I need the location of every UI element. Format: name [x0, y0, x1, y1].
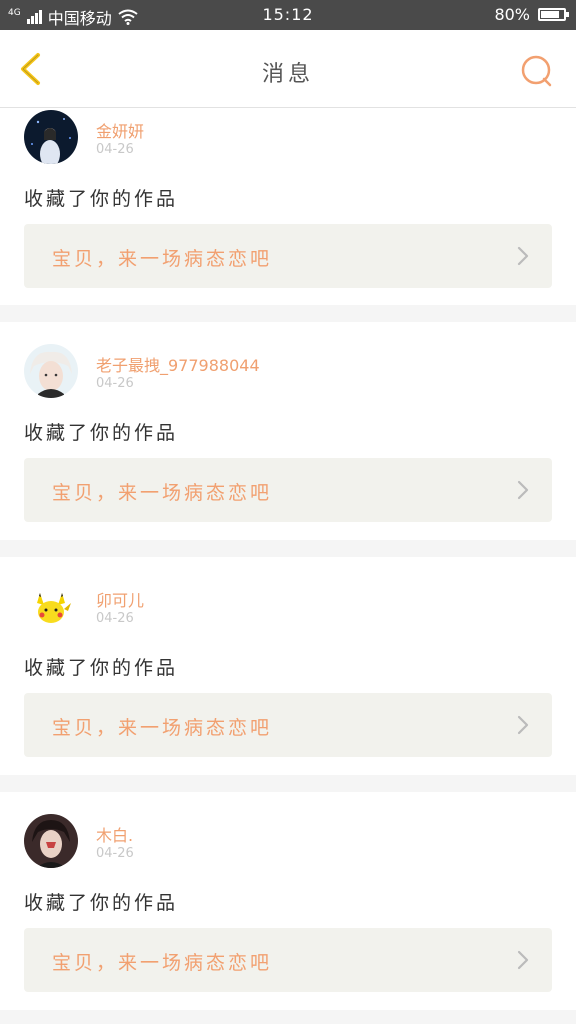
action-text: 收藏了你的作品: [24, 892, 179, 914]
action-text: 收藏了你的作品: [24, 422, 179, 444]
message-card[interactable]: 老子最拽_977988044 04-26 收藏了你的作品 宝贝，来一场病态恋吧: [0, 322, 576, 540]
username[interactable]: 老子最拽_977988044: [96, 352, 260, 376]
message-date: 04-26: [96, 376, 134, 391]
work-link[interactable]: 宝贝，来一场病态恋吧: [24, 928, 552, 992]
chevron-right-icon: [517, 246, 529, 266]
work-title: 宝贝，来一场病态恋吧: [52, 482, 273, 504]
message-card[interactable]: 卯可儿 04-26 收藏了你的作品 宝贝，来一场病态恋吧: [0, 557, 576, 775]
username[interactable]: 木白.: [96, 822, 133, 846]
work-title: 宝贝，来一场病态恋吧: [52, 952, 273, 974]
battery-icon: [538, 8, 569, 21]
avatar[interactable]: [24, 579, 78, 633]
work-link[interactable]: 宝贝，来一场病态恋吧: [24, 693, 552, 757]
clock: 15:12: [262, 5, 314, 24]
status-right: 80%: [494, 5, 569, 24]
chevron-right-icon: [517, 715, 529, 735]
avatar[interactable]: [24, 110, 78, 164]
message-card[interactable]: 金妍妍 04-26 收藏了你的作品 宝贝，来一场病态恋吧: [0, 108, 576, 305]
username[interactable]: 金妍妍: [96, 118, 144, 142]
nav-bar: 消息: [0, 30, 576, 108]
work-link[interactable]: 宝贝，来一场病态恋吧: [24, 224, 552, 288]
work-title: 宝贝，来一场病态恋吧: [52, 717, 273, 739]
status-bar: 4G 中国移动 15:12 80%: [0, 0, 576, 30]
message-card[interactable]: 木白. 04-26 收藏了你的作品 宝贝，来一场病态恋吧: [0, 792, 576, 1010]
page-title: 消息: [261, 62, 314, 87]
message-date: 04-26: [96, 142, 134, 157]
chevron-right-icon: [517, 480, 529, 500]
avatar[interactable]: [24, 344, 78, 398]
action-text: 收藏了你的作品: [24, 657, 179, 679]
search-icon[interactable]: [520, 54, 554, 88]
message-date: 04-26: [96, 846, 134, 861]
avatar[interactable]: [24, 814, 78, 868]
message-date: 04-26: [96, 611, 134, 626]
work-link[interactable]: 宝贝，来一场病态恋吧: [24, 458, 552, 522]
username[interactable]: 卯可儿: [96, 587, 144, 611]
work-title: 宝贝，来一场病态恋吧: [52, 248, 273, 270]
message-list: 金妍妍 04-26 收藏了你的作品 宝贝，来一场病态恋吧 老子最拽_977988…: [0, 108, 576, 1010]
action-text: 收藏了你的作品: [24, 188, 179, 210]
battery-percent: 80%: [494, 5, 530, 24]
chevron-right-icon: [517, 950, 529, 970]
